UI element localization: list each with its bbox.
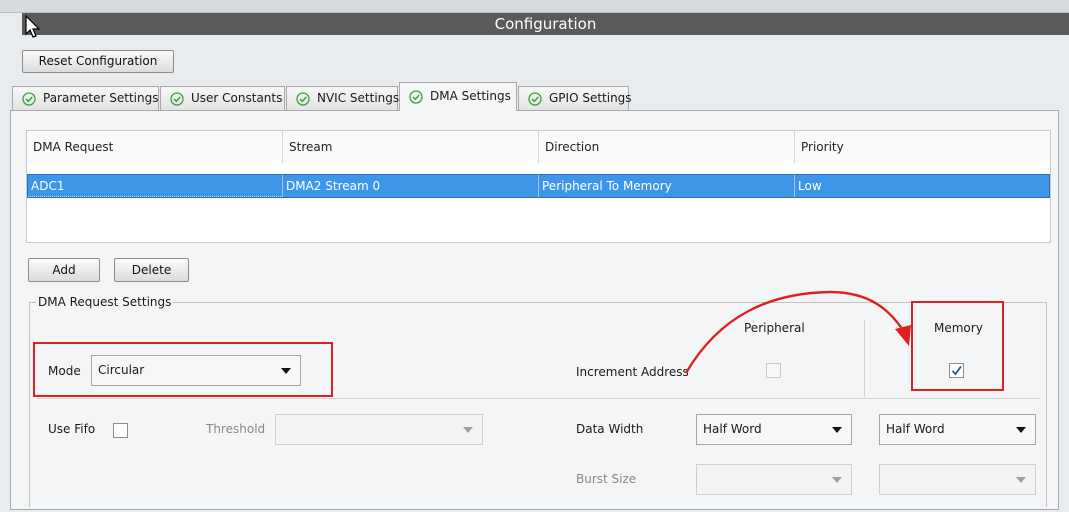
tab-nvic-settings[interactable]: NVIC Settings xyxy=(286,86,400,110)
tab-gpio-settings[interactable]: GPIO Settings xyxy=(518,86,632,110)
cell-direction: Peripheral To Memory xyxy=(539,175,795,197)
tab-user-constants[interactable]: User Constants xyxy=(160,86,285,110)
peripheral-data-width-select[interactable]: Half Word xyxy=(696,414,852,445)
use-fifo-label: Use Fifo xyxy=(48,422,96,436)
chevron-down-icon xyxy=(463,427,473,433)
burst-size-label: Burst Size xyxy=(576,472,637,486)
chevron-down-icon xyxy=(832,477,842,483)
check-circle-icon xyxy=(409,90,423,104)
row-divider xyxy=(36,398,1040,399)
annotation-arrow-icon xyxy=(684,290,911,374)
tab-label: NVIC Settings xyxy=(317,91,400,105)
check-circle-icon xyxy=(22,92,36,106)
threshold-select[interactable] xyxy=(275,414,483,445)
check-circle-icon xyxy=(296,92,310,106)
tab-label: Parameter Settings xyxy=(43,91,159,105)
check-circle-icon xyxy=(170,92,184,106)
memory-burst-size-select[interactable] xyxy=(879,464,1036,495)
data-width-label: Data Width xyxy=(576,422,644,436)
tab-label: DMA Settings xyxy=(430,89,511,103)
chevron-down-icon xyxy=(832,427,842,433)
mode-label: Mode xyxy=(48,364,81,378)
peripheral-burst-size-select[interactable] xyxy=(696,464,852,495)
peripheral-data-width-value: Half Word xyxy=(703,422,762,436)
cell-priority: Low xyxy=(798,179,822,193)
column-header-stream[interactable]: Stream xyxy=(283,131,539,163)
add-button[interactable]: Add xyxy=(28,258,100,282)
tab-parameter-settings[interactable]: Parameter Settings xyxy=(12,86,159,110)
column-header-direction[interactable]: Direction xyxy=(539,131,795,163)
mouse-cursor-icon xyxy=(25,14,41,38)
tab-dma-settings[interactable]: DMA Settings xyxy=(399,82,517,111)
delete-button[interactable]: Delete xyxy=(114,258,189,282)
tab-label: GPIO Settings xyxy=(549,91,632,105)
chevron-down-icon xyxy=(281,368,291,374)
increment-address-label: Increment Address xyxy=(576,365,689,379)
memory-data-width-value: Half Word xyxy=(886,422,945,436)
chevron-down-icon xyxy=(1016,427,1026,433)
memory-increment-checkbox[interactable] xyxy=(949,363,964,378)
group-label: DMA Request Settings xyxy=(36,295,174,309)
column-header-dma-request[interactable]: DMA Request xyxy=(27,131,283,163)
cell-stream: DMA2 Stream 0 xyxy=(283,175,539,197)
check-circle-icon xyxy=(528,92,542,106)
threshold-label: Threshold xyxy=(206,422,266,436)
checkmark-icon xyxy=(951,365,962,376)
dma-request-table: DMA Request Stream Direction Priority AD… xyxy=(26,130,1051,243)
chevron-down-icon xyxy=(1016,477,1026,483)
table-row[interactable]: ADC1 DMA2 Stream 0 Peripheral To Memory … xyxy=(27,174,1050,198)
mode-select[interactable]: Circular xyxy=(91,355,301,386)
memory-data-width-select[interactable]: Half Word xyxy=(879,414,1036,445)
reset-configuration-button[interactable]: Reset Configuration xyxy=(22,50,174,73)
window-title: Configuration xyxy=(22,13,1069,35)
top-strip xyxy=(0,0,1069,13)
use-fifo-checkbox[interactable] xyxy=(113,423,128,438)
tab-label: User Constants xyxy=(191,91,283,105)
mode-select-value: Circular xyxy=(98,363,145,377)
cell-dma-request: ADC1 xyxy=(28,175,283,197)
column-header-priority[interactable]: Priority xyxy=(795,131,1050,163)
